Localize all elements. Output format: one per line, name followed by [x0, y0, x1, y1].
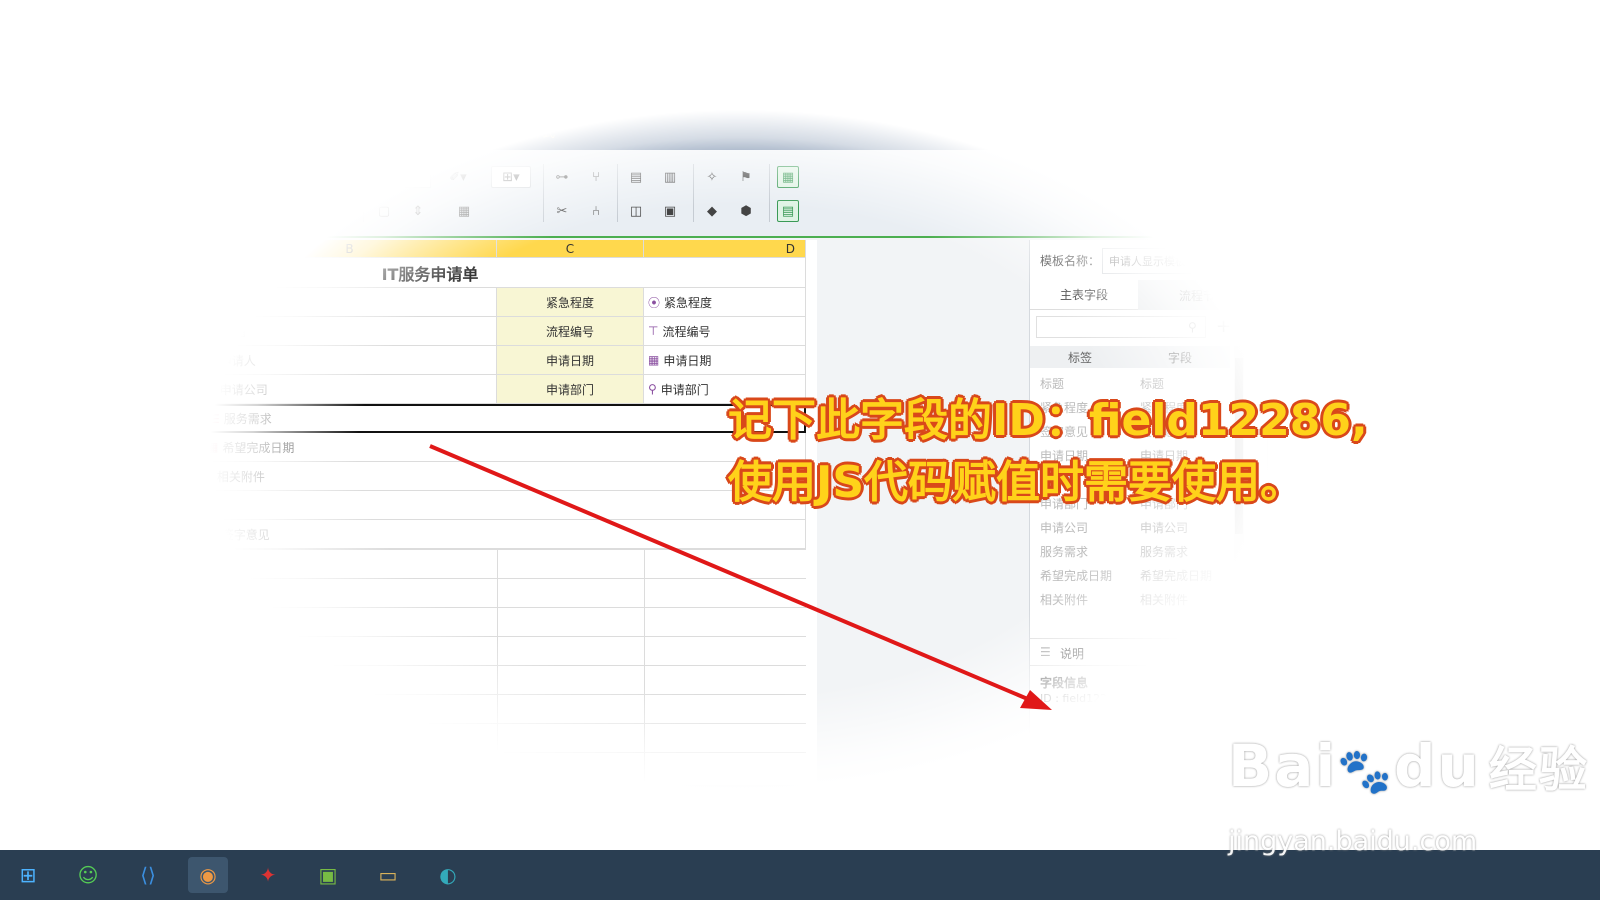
baidu-watermark-logo: Bai🐾du 经验	[1228, 730, 1589, 800]
arrow-head	[1020, 690, 1052, 710]
annotation-line-1: 记下此字段的ID：field12286,	[728, 395, 1368, 446]
watermark-brand: Bai	[1228, 732, 1338, 800]
annotation-line-2: 使用JS代码赋值时需要使用。	[728, 457, 1305, 508]
watermark-cn: 经验	[1488, 742, 1589, 798]
baidu-watermark-url: jingyan.baidu.com	[1228, 826, 1478, 857]
watermark-brand2: du	[1394, 732, 1481, 800]
paw-icon: 🐾	[1337, 746, 1395, 797]
